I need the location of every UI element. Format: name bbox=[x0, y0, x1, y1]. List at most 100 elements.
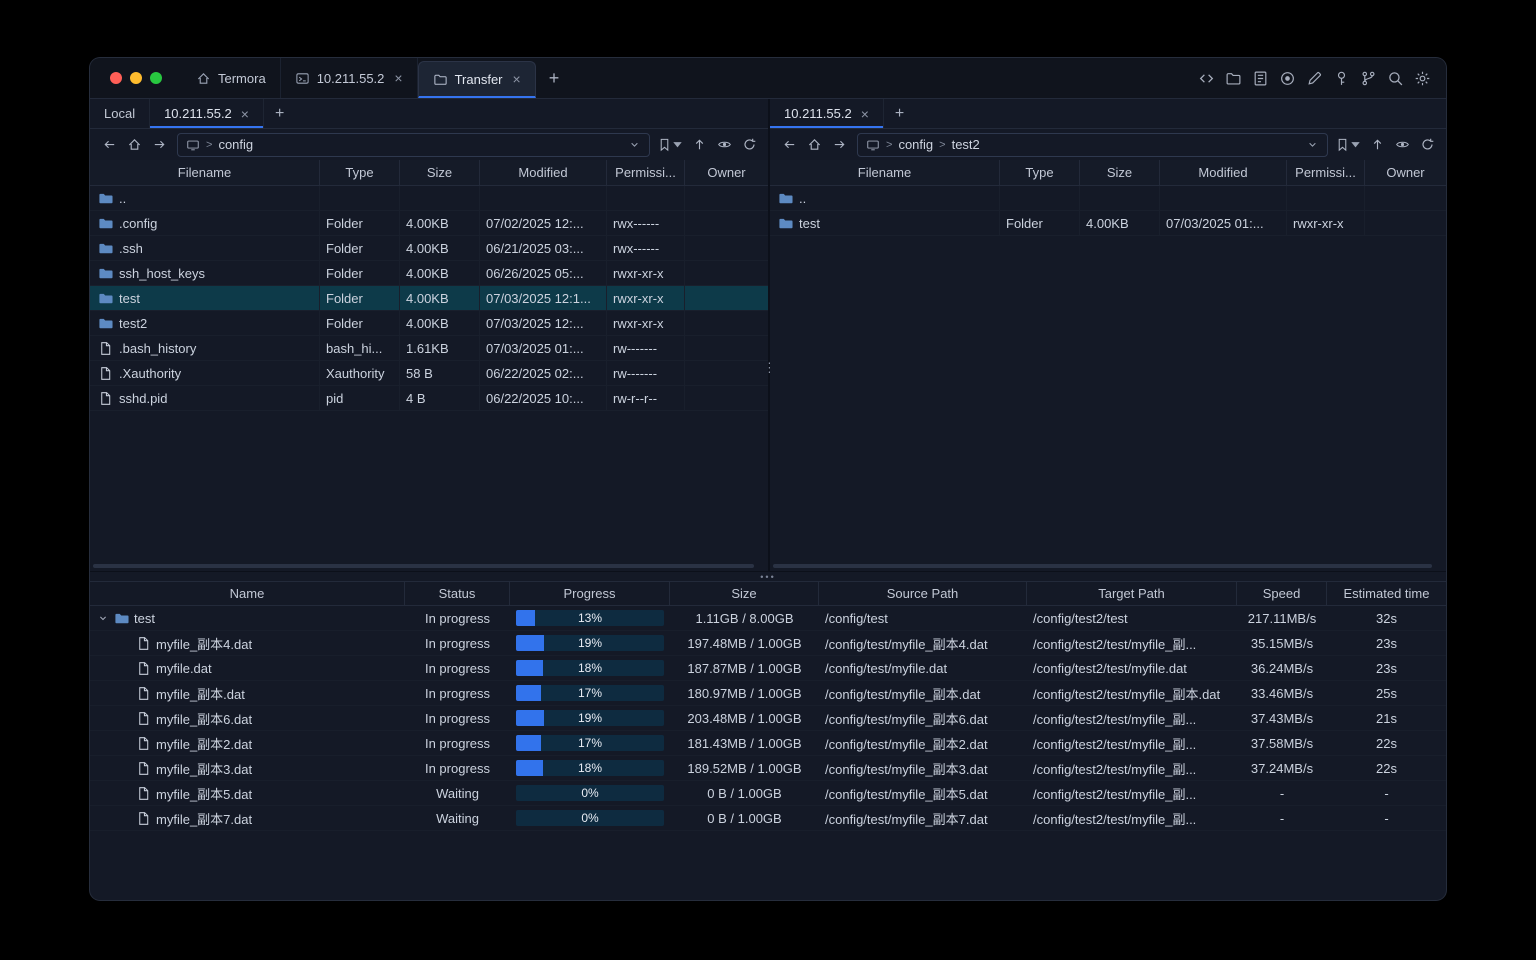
tab-transfer[interactable]: Transfer × bbox=[417, 61, 536, 98]
file-row[interactable]: test2 Folder 4.00KB 07/03/2025 12:... rw… bbox=[90, 311, 768, 336]
sftp-button[interactable] bbox=[1225, 70, 1242, 87]
chevron-down-icon[interactable] bbox=[97, 612, 109, 624]
horizontal-scrollbar[interactable] bbox=[773, 564, 1432, 568]
folder-icon bbox=[433, 72, 448, 87]
column-header-target-path[interactable]: Target Path bbox=[1027, 582, 1237, 605]
folder-icon bbox=[98, 216, 113, 231]
show-hidden-files-button[interactable] bbox=[713, 134, 735, 156]
path-breadcrumb[interactable]: > config bbox=[177, 132, 650, 157]
port-forwarding-button[interactable] bbox=[1360, 70, 1377, 87]
column-header-progress[interactable]: Progress bbox=[510, 582, 670, 605]
tab-termora[interactable]: Termora bbox=[182, 58, 281, 98]
column-header-filename[interactable]: Filename bbox=[770, 160, 1000, 185]
back-button[interactable] bbox=[778, 134, 800, 156]
breadcrumb-segment[interactable]: config bbox=[898, 137, 933, 152]
new-panel-tab-button[interactable]: + bbox=[884, 99, 915, 128]
transfer-row[interactable]: myfile_副本7.dat Waiting 0% 0 B / 1.00GB /… bbox=[90, 806, 1446, 831]
file-row[interactable]: .Xauthority Xauthority 58 B 06/22/2025 0… bbox=[90, 361, 768, 386]
bookmark-button[interactable] bbox=[657, 134, 685, 156]
column-header-size[interactable]: Size bbox=[1080, 160, 1160, 185]
tab-label: 10.211.55.2 bbox=[784, 106, 852, 121]
transfer-row[interactable]: myfile.dat In progress 18% 187.87MB / 1.… bbox=[90, 656, 1446, 681]
file-row-selected[interactable]: test Folder 4.00KB 07/03/2025 12:1... rw… bbox=[90, 286, 768, 311]
column-header-size[interactable]: Size bbox=[670, 582, 819, 605]
new-tab-button[interactable]: + bbox=[536, 58, 573, 98]
column-header-permissions[interactable]: Permissi... bbox=[607, 160, 685, 185]
show-hidden-files-button[interactable] bbox=[1391, 134, 1413, 156]
column-header-permissions[interactable]: Permissi... bbox=[1287, 160, 1365, 185]
chevron-down-icon[interactable] bbox=[1306, 138, 1319, 151]
transfer-row[interactable]: myfile_副本2.dat In progress 17% 181.43MB … bbox=[90, 731, 1446, 756]
forward-button[interactable] bbox=[148, 134, 170, 156]
transfers-splitter[interactable]: ••• bbox=[90, 571, 1446, 581]
column-header-filename[interactable]: Filename bbox=[90, 160, 320, 185]
search-button[interactable] bbox=[1387, 70, 1404, 87]
transfer-row[interactable]: myfile_副本5.dat Waiting 0% 0 B / 1.00GB /… bbox=[90, 781, 1446, 806]
file-icon bbox=[98, 341, 113, 356]
file-icon bbox=[136, 811, 151, 826]
path-breadcrumb[interactable]: > config > test2 bbox=[857, 132, 1328, 157]
code-button[interactable] bbox=[1198, 70, 1215, 87]
parent-directory-button[interactable] bbox=[1366, 134, 1388, 156]
new-panel-tab-button[interactable]: + bbox=[264, 99, 295, 128]
column-header-status[interactable]: Status bbox=[405, 582, 510, 605]
transfer-row[interactable]: myfile_副本4.dat In progress 19% 197.48MB … bbox=[90, 631, 1446, 656]
close-tab-icon[interactable]: × bbox=[513, 72, 521, 86]
file-row[interactable]: sshd.pid pid 4 B 06/22/2025 10:... rw-r-… bbox=[90, 386, 768, 411]
zoom-window-button[interactable] bbox=[150, 72, 162, 84]
column-header-owner[interactable]: Owner bbox=[685, 160, 768, 185]
file-row[interactable]: .bash_history bash_hi... 1.61KB 07/03/20… bbox=[90, 336, 768, 361]
parent-directory-button[interactable] bbox=[688, 134, 710, 156]
transfers-panel: Name Status Progress Size Source Path Ta… bbox=[90, 581, 1446, 831]
refresh-button[interactable] bbox=[738, 134, 760, 156]
bookmark-button[interactable] bbox=[1335, 134, 1363, 156]
breadcrumb-segment[interactable]: config bbox=[218, 137, 253, 152]
close-tab-icon[interactable]: × bbox=[394, 71, 402, 85]
file-row[interactable]: .config Folder 4.00KB 07/02/2025 12:... … bbox=[90, 211, 768, 236]
chevron-down-icon[interactable] bbox=[628, 138, 641, 151]
close-tab-icon[interactable]: × bbox=[861, 107, 869, 121]
breadcrumb-segment[interactable]: test2 bbox=[952, 137, 980, 152]
forward-button[interactable] bbox=[828, 134, 850, 156]
tab-remote-10-211-55-2[interactable]: 10.211.55.2 × bbox=[770, 99, 884, 128]
file-row[interactable]: test Folder 4.00KB 07/03/2025 01:... rwx… bbox=[770, 211, 1446, 236]
tab-remote-10-211-55-2[interactable]: 10.211.55.2 × bbox=[150, 99, 264, 128]
tab-terminal-10-211-55-2[interactable]: 10.211.55.2 × bbox=[281, 58, 418, 98]
column-header-source-path[interactable]: Source Path bbox=[819, 582, 1027, 605]
column-header-modified[interactable]: Modified bbox=[480, 160, 607, 185]
transfer-row[interactable]: myfile_副本6.dat In progress 19% 203.48MB … bbox=[90, 706, 1446, 731]
record-button[interactable] bbox=[1279, 70, 1296, 87]
column-header-owner[interactable]: Owner bbox=[1365, 160, 1446, 185]
minimize-window-button[interactable] bbox=[130, 72, 142, 84]
refresh-button[interactable] bbox=[1416, 134, 1438, 156]
home-button[interactable] bbox=[123, 134, 145, 156]
log-button[interactable] bbox=[1252, 70, 1269, 87]
column-header-estimated-time[interactable]: Estimated time bbox=[1327, 582, 1446, 605]
column-header-type[interactable]: Type bbox=[320, 160, 400, 185]
column-header-speed[interactable]: Speed bbox=[1237, 582, 1327, 605]
source-path-cell: /config/test/myfile_副本4.dat bbox=[825, 636, 988, 652]
progress-label: 19% bbox=[577, 636, 603, 650]
column-header-name[interactable]: Name bbox=[90, 582, 405, 605]
file-row[interactable]: .ssh Folder 4.00KB 06/21/2025 03:... rwx… bbox=[90, 236, 768, 261]
settings-button[interactable] bbox=[1414, 70, 1431, 87]
key-manager-button[interactable] bbox=[1333, 70, 1350, 87]
arrow-left-icon bbox=[782, 137, 797, 152]
horizontal-scrollbar[interactable] bbox=[93, 564, 754, 568]
home-button[interactable] bbox=[803, 134, 825, 156]
column-header-modified[interactable]: Modified bbox=[1160, 160, 1287, 185]
filename: test bbox=[799, 215, 820, 231]
close-tab-icon[interactable]: × bbox=[241, 107, 249, 121]
file-row[interactable]: .. bbox=[770, 186, 1446, 211]
tab-local[interactable]: Local bbox=[90, 99, 151, 128]
column-header-type[interactable]: Type bbox=[1000, 160, 1080, 185]
close-window-button[interactable] bbox=[110, 72, 122, 84]
back-button[interactable] bbox=[98, 134, 120, 156]
transfer-row[interactable]: myfile_副本.dat In progress 17% 180.97MB /… bbox=[90, 681, 1446, 706]
edit-button[interactable] bbox=[1306, 70, 1323, 87]
column-header-size[interactable]: Size bbox=[400, 160, 480, 185]
transfer-row[interactable]: test In progress 13% 1.11GB / 8.00GB /co… bbox=[90, 606, 1446, 631]
file-row[interactable]: .. bbox=[90, 186, 768, 211]
transfer-row[interactable]: myfile_副本3.dat In progress 18% 189.52MB … bbox=[90, 756, 1446, 781]
file-row[interactable]: ssh_host_keys Folder 4.00KB 06/26/2025 0… bbox=[90, 261, 768, 286]
